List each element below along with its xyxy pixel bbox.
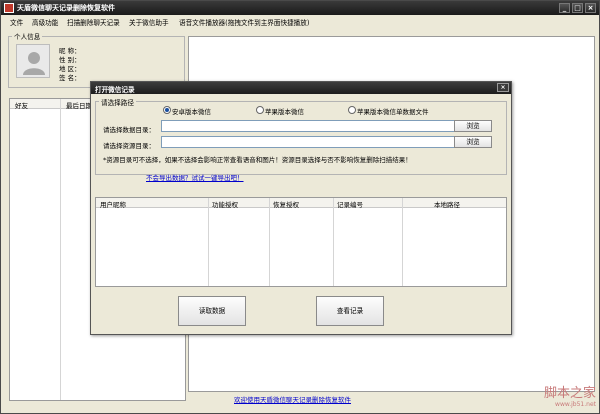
col-divider-4: [402, 198, 403, 286]
data-dir-input[interactable]: [161, 120, 461, 132]
menu-scan-deleted[interactable]: 扫描删除聊天记录: [67, 17, 120, 27]
view-records-button[interactable]: 查看记录: [316, 296, 384, 326]
export-link[interactable]: 不会导出数据？试试一键导出吧！: [146, 172, 244, 182]
minimize-button[interactable]: _: [559, 3, 570, 13]
radio-android[interactable]: [163, 106, 171, 114]
watermark-title: 脚本之家: [543, 386, 596, 401]
menu-advanced[interactable]: 高级功能: [32, 17, 58, 27]
profile-signature-label: 签 名：: [59, 74, 81, 82]
menu-about[interactable]: 关于微信助手: [129, 17, 169, 27]
col-feature-license[interactable]: 功能授权: [212, 199, 238, 209]
avatar: [16, 44, 50, 78]
data-dir-label: 请选择数据目录：: [103, 126, 155, 134]
footer-welcome-link[interactable]: 欢迎使用天盾微信聊天记录删除恢复软件: [234, 394, 351, 404]
radio-android-label[interactable]: 安卓版本微信: [172, 106, 211, 116]
radio-iphone[interactable]: [256, 106, 264, 114]
friends-col-friend[interactable]: 好友: [15, 100, 28, 110]
browse-res-button[interactable]: 浏览: [454, 136, 492, 148]
resource-hint: *资源目录可不选择，如果不选择会影响正常查看语音和图片！资源目录选择与否不影响恢…: [103, 156, 412, 164]
friends-col-divider: [60, 99, 61, 400]
watermark-url: www.jb51.net: [555, 401, 596, 408]
col-divider-3: [333, 198, 334, 286]
col-divider-2: [269, 198, 270, 286]
dialog-close-button[interactable]: ×: [497, 83, 509, 92]
res-dir-label: 请选择资源目录：: [103, 142, 155, 150]
read-data-button[interactable]: 读取数据: [178, 296, 246, 326]
app-logo-icon: [4, 3, 14, 13]
window-titlebar[interactable]: 天盾微信聊天记录删除恢复软件 _ □ ×: [1, 1, 599, 15]
open-record-dialog: 打开微信记录 × 请选择路径 安卓版本微信 苹果版本微信 苹果版本微信单数据文件…: [90, 81, 512, 335]
col-record-id[interactable]: 记录编号: [337, 199, 363, 209]
col-recovery-license[interactable]: 恢复授权: [273, 199, 299, 209]
menu-file[interactable]: 文件: [10, 17, 23, 27]
res-dir-input[interactable]: [161, 136, 461, 148]
friends-col-last-date[interactable]: 最后日期: [66, 100, 92, 110]
window-title: 天盾微信聊天记录删除恢复软件: [17, 4, 115, 12]
user-silhouette-icon: [23, 52, 45, 75]
menu-voice-player[interactable]: 语音文件播放器(拖拽文件到主界面快捷播放): [179, 17, 309, 27]
maximize-button[interactable]: □: [572, 3, 583, 13]
records-table-header: 用户昵称 功能授权 恢复授权 记录编号 本地路径: [96, 198, 506, 209]
site-watermark: 脚本之家 www.jb51.net: [544, 382, 596, 408]
radio-iphone-single-label[interactable]: 苹果版本微信单数据文件: [357, 106, 429, 116]
browse-data-button[interactable]: 浏览: [454, 120, 492, 132]
close-button[interactable]: ×: [585, 3, 596, 13]
col-local-path[interactable]: 本地路径: [434, 199, 460, 209]
dialog-title: 打开微信记录: [95, 86, 135, 94]
path-group-label: 请选择路径: [99, 97, 136, 107]
col-user-nickname[interactable]: 用户昵称: [100, 199, 126, 209]
radio-iphone-single[interactable]: [348, 106, 356, 114]
col-divider-1: [208, 198, 209, 286]
dialog-titlebar[interactable]: 打开微信记录 ×: [91, 82, 511, 94]
records-table[interactable]: 用户昵称 功能授权 恢复授权 记录编号 本地路径: [95, 197, 507, 287]
menu-bar: 文件 高级功能 扫描删除聊天记录 关于微信助手 语音文件播放器(拖拽文件到主界面…: [1, 15, 599, 27]
radio-iphone-label[interactable]: 苹果版本微信: [265, 106, 304, 116]
profile-group-label: 个人信息: [12, 31, 43, 41]
